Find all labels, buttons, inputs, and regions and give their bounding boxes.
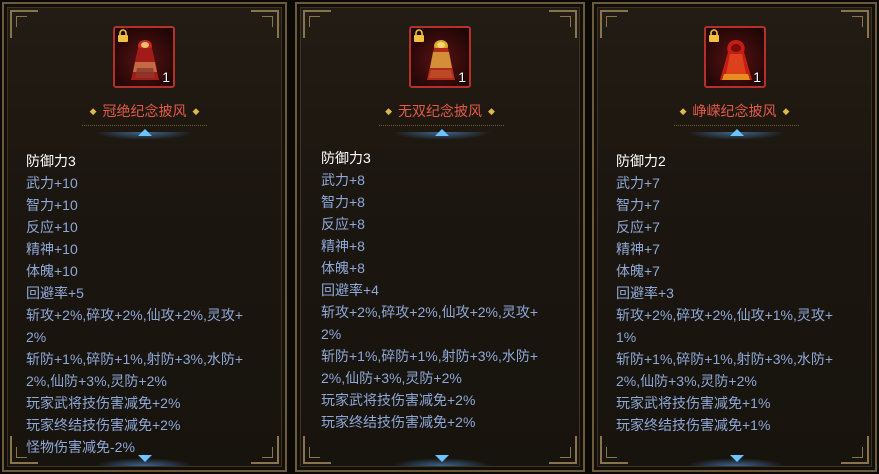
cloak-icon [131, 40, 159, 80]
stat-list: 防御力3 武力+10 智力+10 反应+10 精神+10 体魄+10 回避率+5… [26, 150, 243, 458]
corner-ornament [251, 436, 279, 464]
stat-line: 武力+10 [26, 175, 78, 191]
stat-line: 斩攻+2%,碎攻+2%,仙攻+2%,灵攻+ [26, 307, 244, 323]
stat-line: 2%,仙防+3%,灵防+2% [26, 373, 167, 389]
stat-line: 体魄+10 [26, 263, 78, 279]
arrow-up-icon[interactable] [138, 129, 152, 136]
stat-line: 玩家终结技伤害减免+2% [26, 417, 181, 433]
stat-line: 斩防+1%,碎防+1%,射防+3%,水防+ [616, 351, 834, 367]
diamond-icon: ◆ [679, 106, 687, 116]
corner-ornament [600, 436, 628, 464]
item-icon-slot[interactable]: 1 [704, 26, 766, 88]
arrow-up-icon[interactable] [730, 129, 744, 136]
corner-ornament [549, 436, 577, 464]
diamond-icon: ◆ [89, 106, 97, 116]
divider [379, 125, 504, 126]
item-tooltip-panel: 1 ◆ 冠绝纪念披风 ◆ 防御力3 武力+10 智力+10 反应+10 精神+10 … [2, 2, 287, 472]
item-name: ◆ 峥嵘纪念披风 ◆ [594, 101, 875, 121]
base-stat: 防御力3 [26, 153, 76, 169]
stat-line: 斩攻+2%,碎攻+2%,仙攻+2%,灵攻+ [321, 304, 539, 320]
corner-ornament [600, 10, 628, 38]
stat-line: 怪物伤害减免-2% [26, 439, 135, 455]
item-icon-slot[interactable]: 1 [113, 26, 175, 88]
stat-line: 2%,仙防+3%,灵防+2% [321, 370, 462, 386]
divider [674, 125, 799, 126]
stat-line: 智力+10 [26, 197, 78, 213]
item-tooltip-panel: 1 ◆ 无双纪念披风 ◆ 防御力3 武力+8 智力+8 反应+8 精神+8 体魄+8… [295, 2, 585, 472]
cloak-icon [720, 40, 752, 80]
stat-list: 防御力2 武力+7 智力+7 反应+7 精神+7 体魄+7 回避率+3 斩攻+2… [616, 150, 833, 436]
stat-line: 斩攻+2%,碎攻+2%,仙攻+1%,灵攻+ [616, 307, 834, 323]
stat-line: 反应+10 [26, 219, 78, 235]
item-tooltip-panel: 1 ◆ 峥嵘纪念披风 ◆ 防御力2 武力+7 智力+7 反应+7 精神+7 体魄+7… [592, 2, 877, 472]
stat-line: 玩家终结技伤害减免+1% [616, 417, 771, 433]
lock-icon [414, 29, 424, 42]
stat-line: 精神+10 [26, 241, 78, 257]
item-icon-slot[interactable]: 1 [409, 26, 471, 88]
stat-line: 反应+7 [616, 219, 660, 235]
stat-line: 武力+7 [616, 175, 660, 191]
stat-line: 斩防+1%,碎防+1%,射防+3%,水防+ [26, 351, 244, 367]
stat-line: 体魄+8 [321, 260, 365, 276]
stat-line: 玩家终结技伤害减免+2% [321, 414, 476, 430]
stat-line: 精神+7 [616, 241, 660, 257]
arrow-up-icon[interactable] [435, 129, 449, 136]
stat-line: 智力+8 [321, 194, 365, 210]
corner-ornament [10, 10, 38, 38]
stat-line: 武力+8 [321, 172, 365, 188]
stat-line: 体魄+7 [616, 263, 660, 279]
diamond-icon: ◆ [782, 106, 790, 116]
base-stat: 防御力2 [616, 153, 666, 169]
lock-icon [709, 29, 719, 42]
base-stat: 防御力3 [321, 150, 371, 166]
stat-list: 防御力3 武力+8 智力+8 反应+8 精神+8 体魄+8 回避率+4 斩攻+2… [321, 147, 538, 433]
stat-line: 1% [616, 329, 637, 345]
cloak-icon [427, 40, 455, 80]
item-name: ◆ 冠绝纪念披风 ◆ [4, 101, 285, 121]
stat-line: 2% [321, 326, 342, 342]
item-name-text: 无双纪念披风 [398, 103, 482, 119]
diamond-icon: ◆ [385, 106, 392, 116]
corner-ornament [303, 436, 331, 464]
corner-ornament [841, 10, 869, 38]
diamond-icon: ◆ [192, 106, 200, 116]
stat-line: 反应+8 [321, 216, 365, 232]
corner-ornament [549, 10, 577, 38]
arrow-down-icon[interactable] [730, 455, 744, 462]
corner-ornament [303, 10, 331, 38]
stat-line: 玩家武将技伤害减免+2% [26, 395, 181, 411]
stat-line: 玩家武将技伤害减免+1% [616, 395, 771, 411]
stat-line: 精神+8 [321, 238, 365, 254]
arrow-down-icon[interactable] [435, 455, 449, 462]
stat-line: 回避率+4 [321, 282, 379, 298]
item-quantity: 1 [458, 69, 466, 85]
divider [82, 125, 207, 126]
stat-line: 回避率+3 [616, 285, 674, 301]
stat-line: 2%,仙防+3%,灵防+2% [616, 373, 757, 389]
diamond-icon: ◆ [488, 106, 495, 116]
stat-line: 玩家武将技伤害减免+2% [321, 392, 476, 408]
stat-line: 2% [26, 329, 47, 345]
stat-line: 回避率+5 [26, 285, 84, 301]
item-name: ◆ 无双纪念披风 ◆ [297, 101, 583, 121]
item-name-text: 峥嵘纪念披风 [692, 103, 777, 119]
item-quantity: 1 [753, 69, 761, 85]
arrow-down-icon[interactable] [138, 455, 152, 462]
stat-line: 智力+7 [616, 197, 660, 213]
stat-line: 斩防+1%,碎防+1%,射防+3%,水防+ [321, 348, 539, 364]
lock-icon [118, 29, 128, 42]
corner-ornament [841, 436, 869, 464]
item-quantity: 1 [162, 69, 170, 85]
item-name-text: 冠绝纪念披风 [102, 103, 187, 119]
corner-ornament [251, 10, 279, 38]
